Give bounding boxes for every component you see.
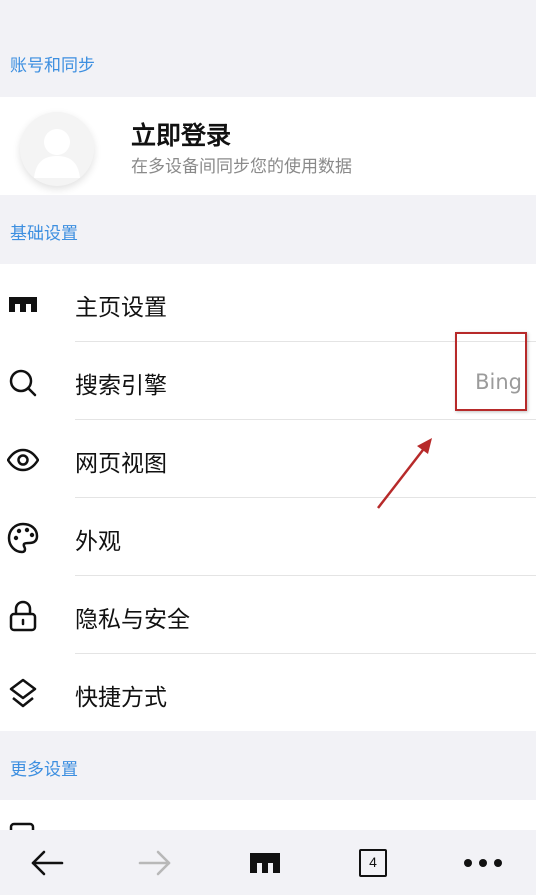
document-icon	[9, 822, 35, 830]
settings-item-label: 搜索引擎	[75, 373, 167, 399]
user-silhouette-icon	[34, 129, 80, 178]
section-header-account: 账号和同步	[0, 27, 536, 97]
lock-icon	[9, 600, 37, 632]
settings-item-shortcuts[interactable]: 快捷方式	[0, 654, 536, 732]
section-title-account: 账号和同步	[10, 56, 95, 76]
settings-item-label: 网页视图	[75, 451, 167, 477]
palette-icon	[7, 522, 39, 554]
avatar[interactable]	[20, 112, 94, 186]
section-header-basic: 基础设置	[0, 195, 536, 265]
settings-item-homepage[interactable]: 主页设置	[0, 264, 536, 342]
search-icon	[9, 369, 37, 397]
section-header-more: 更多设置	[0, 731, 536, 801]
more-dots-icon	[464, 859, 502, 867]
settings-item-label: 隐私与安全	[75, 607, 190, 633]
settings-item-partial[interactable]	[0, 800, 536, 830]
annotation-arrow-icon	[377, 438, 432, 509]
home-icon	[250, 853, 280, 873]
login-subtitle: 在多设备间同步您的使用数据	[131, 157, 352, 177]
settings-item-label: 外观	[75, 529, 121, 555]
tabs-button[interactable]: 4	[348, 840, 398, 886]
shortcut-icon	[9, 678, 37, 708]
settings-item-webview[interactable]: 网页视图	[0, 420, 536, 498]
forward-button[interactable]	[130, 840, 180, 886]
bottom-toolbar: 4	[0, 830, 536, 895]
settings-item-label: 快捷方式	[75, 685, 167, 711]
annotation-highlight-box	[455, 332, 527, 411]
home-icon	[9, 297, 37, 312]
more-menu-button[interactable]	[458, 840, 508, 886]
login-title[interactable]: 立即登录	[131, 116, 231, 152]
settings-item-privacy[interactable]: 隐私与安全	[0, 576, 536, 654]
settings-item-label: 主页设置	[75, 295, 167, 321]
back-button[interactable]	[22, 840, 72, 886]
arrow-right-icon	[138, 850, 171, 876]
settings-item-appearance[interactable]: 外观	[0, 498, 536, 576]
home-button[interactable]	[240, 840, 290, 886]
arrow-left-icon	[31, 850, 64, 876]
section-title-basic: 基础设置	[10, 224, 78, 244]
eye-icon	[7, 448, 39, 472]
tab-count-badge: 4	[359, 849, 387, 877]
section-title-more: 更多设置	[10, 760, 78, 780]
